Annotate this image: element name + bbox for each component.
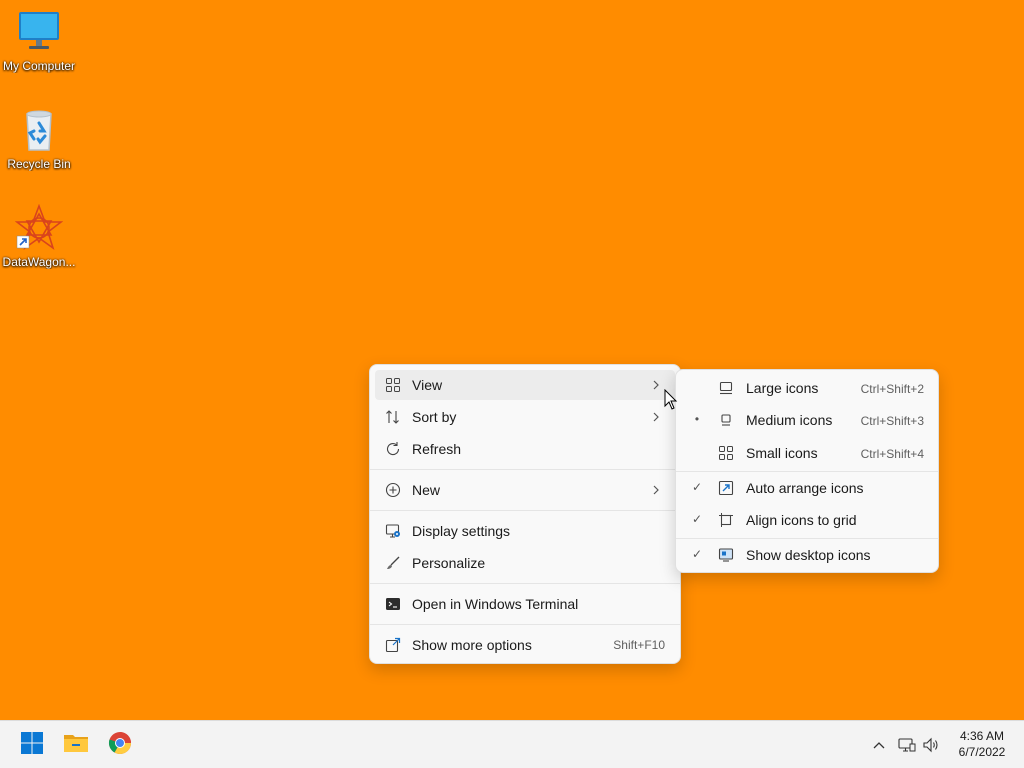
shortcut-text: Ctrl+Shift+4	[860, 447, 924, 461]
chevron-right-icon	[651, 482, 661, 498]
submenu-item-label: Show desktop icons	[746, 547, 871, 563]
menu-item-label: Display settings	[412, 523, 511, 539]
selection-mark: •	[694, 412, 700, 426]
start-button[interactable]	[16, 729, 48, 761]
display-settings-icon	[385, 523, 401, 539]
check-mark: ✓	[691, 512, 703, 526]
menu-item-refresh[interactable]: Refresh	[375, 434, 675, 464]
submenu-item-label: Small icons	[746, 445, 818, 461]
selection-mark	[690, 445, 704, 461]
shortcut-text: Shift+F10	[613, 638, 665, 652]
folder-icon	[63, 731, 89, 760]
desktop-icon-my-computer[interactable]: My Computer	[0, 8, 79, 73]
sort-icon	[385, 409, 401, 425]
submenu-item-large-icons[interactable]: Large icons Ctrl+Shift+2	[680, 373, 934, 403]
desktop-context-menu: View Sort by Refresh New Display setting…	[369, 364, 681, 664]
menu-item-sort-by[interactable]: Sort by	[375, 402, 675, 432]
menu-item-label: New	[412, 482, 441, 498]
clock-time: 4:36 AM	[959, 729, 1005, 743]
menu-separator	[676, 538, 938, 539]
selection-mark	[690, 380, 704, 396]
menu-separator	[676, 471, 938, 472]
desktop-icon-label: Recycle Bin	[7, 157, 71, 171]
desktop-icon-label: DataWagon...	[2, 255, 76, 269]
menu-item-view[interactable]: View	[375, 370, 675, 400]
menu-separator	[370, 583, 680, 584]
menu-separator	[370, 624, 680, 625]
network-icon[interactable]	[896, 733, 918, 757]
desktop-icon-datawagon[interactable]: DataWagon...	[0, 203, 79, 269]
submenu-item-small-icons[interactable]: Small icons Ctrl+Shift+4	[680, 438, 934, 468]
chevron-right-icon	[651, 409, 661, 425]
menu-item-personalize[interactable]: Personalize	[375, 548, 675, 578]
plus-circle-icon	[385, 482, 401, 498]
menu-item-label: Sort by	[412, 409, 457, 425]
menu-item-display-settings[interactable]: Display settings	[375, 516, 675, 546]
monitor-icon	[15, 8, 63, 56]
chrome-button[interactable]	[104, 729, 136, 761]
recycle-bin-icon	[15, 106, 63, 154]
medium-icons-icon	[718, 412, 734, 428]
submenu-item-label: Large icons	[746, 380, 819, 396]
terminal-icon	[385, 596, 401, 612]
submenu-item-label: Align icons to grid	[746, 512, 857, 528]
chevron-right-icon	[651, 377, 661, 393]
volume-icon[interactable]	[920, 733, 942, 757]
menu-item-open-terminal[interactable]: Open in Windows Terminal	[375, 589, 675, 619]
grid-icon	[385, 377, 401, 393]
submenu-item-show-desktop-icons[interactable]: ✓ Show desktop icons	[680, 540, 934, 570]
submenu-item-auto-arrange[interactable]: ✓ Auto arrange icons	[680, 473, 934, 503]
menu-item-label: View	[412, 377, 443, 393]
submenu-item-label: Medium icons	[746, 412, 833, 428]
auto-arrange-icon	[718, 480, 734, 496]
menu-item-label: Open in Windows Terminal	[412, 596, 579, 612]
refresh-icon	[385, 441, 401, 457]
chrome-icon	[108, 731, 132, 760]
shortcut-text: Ctrl+Shift+3	[860, 414, 924, 428]
system-clock[interactable]: 4:36 AM 6/7/2022	[944, 728, 1020, 760]
submenu-item-medium-icons[interactable]: • Medium icons Ctrl+Shift+3	[680, 405, 934, 435]
menu-separator	[370, 510, 680, 511]
submenu-item-label: Auto arrange icons	[746, 480, 864, 496]
file-explorer-button[interactable]	[60, 729, 92, 761]
menu-item-label: Personalize	[412, 555, 486, 571]
mouse-cursor-icon	[664, 388, 678, 411]
menu-item-label: Show more options	[412, 637, 532, 653]
align-grid-icon	[718, 512, 734, 528]
menu-item-show-more-options[interactable]: Show more options Shift+F10	[375, 630, 675, 660]
desktop-icon-recycle-bin[interactable]: Recycle Bin	[0, 106, 79, 171]
check-mark: ✓	[691, 480, 703, 494]
brush-icon	[385, 555, 401, 571]
view-submenu: Large icons Ctrl+Shift+2 • Medium icons …	[675, 369, 939, 573]
small-icons-icon	[718, 445, 734, 461]
shortcut-text: Ctrl+Shift+2	[860, 382, 924, 396]
clock-date: 6/7/2022	[958, 745, 1006, 759]
show-desktop-icon	[718, 547, 734, 563]
menu-item-label: Refresh	[412, 441, 462, 457]
taskbar: 4:36 AM 6/7/2022	[0, 720, 1024, 768]
large-icons-icon	[718, 380, 734, 396]
windows-start-icon	[20, 731, 44, 760]
datawagon-app-icon	[14, 203, 64, 252]
menu-separator	[370, 469, 680, 470]
menu-item-new[interactable]: New	[375, 475, 675, 505]
submenu-item-align-to-grid[interactable]: ✓ Align icons to grid	[680, 505, 934, 535]
desktop-icon-label: My Computer	[2, 59, 76, 73]
check-mark: ✓	[691, 547, 703, 561]
share-icon	[385, 637, 401, 653]
chevron-up-icon[interactable]	[868, 733, 890, 757]
